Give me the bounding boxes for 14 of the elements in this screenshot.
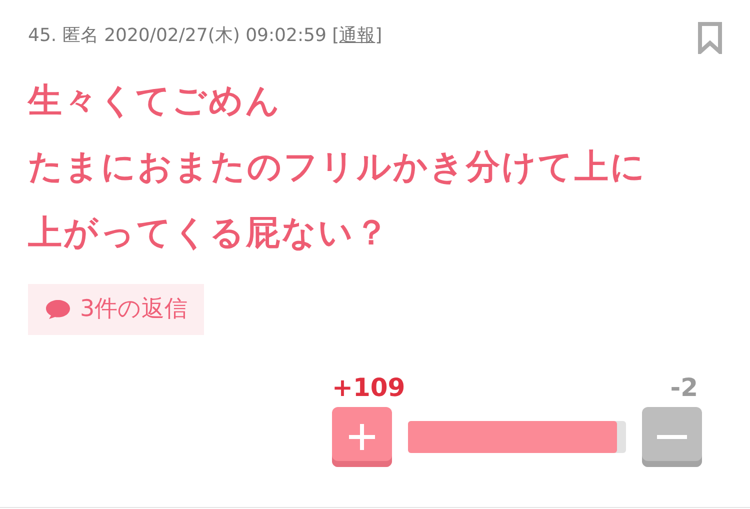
- minus-icon: [657, 434, 687, 440]
- bookmark-icon[interactable]: [698, 22, 722, 54]
- report-link[interactable]: 通報: [339, 25, 376, 46]
- plus-icon: [347, 422, 377, 452]
- upvote-button[interactable]: [332, 406, 392, 466]
- downvote-button[interactable]: [642, 406, 702, 466]
- speech-bubble-icon: [44, 297, 72, 322]
- comment-text: 生々くてごめん: [28, 80, 282, 123]
- comment-text: たまにおまたのフリルかき分けて上に: [28, 146, 648, 189]
- upvote-count: +109: [332, 372, 406, 402]
- replies-button[interactable]: 3件の返信: [28, 284, 204, 334]
- downvote-count: -2: [670, 372, 698, 402]
- comment-text: 上がってくる屁ない？: [28, 212, 391, 255]
- post-meta: 45. 匿名 2020/02/27(木) 09:02:59 [通報]: [28, 24, 382, 48]
